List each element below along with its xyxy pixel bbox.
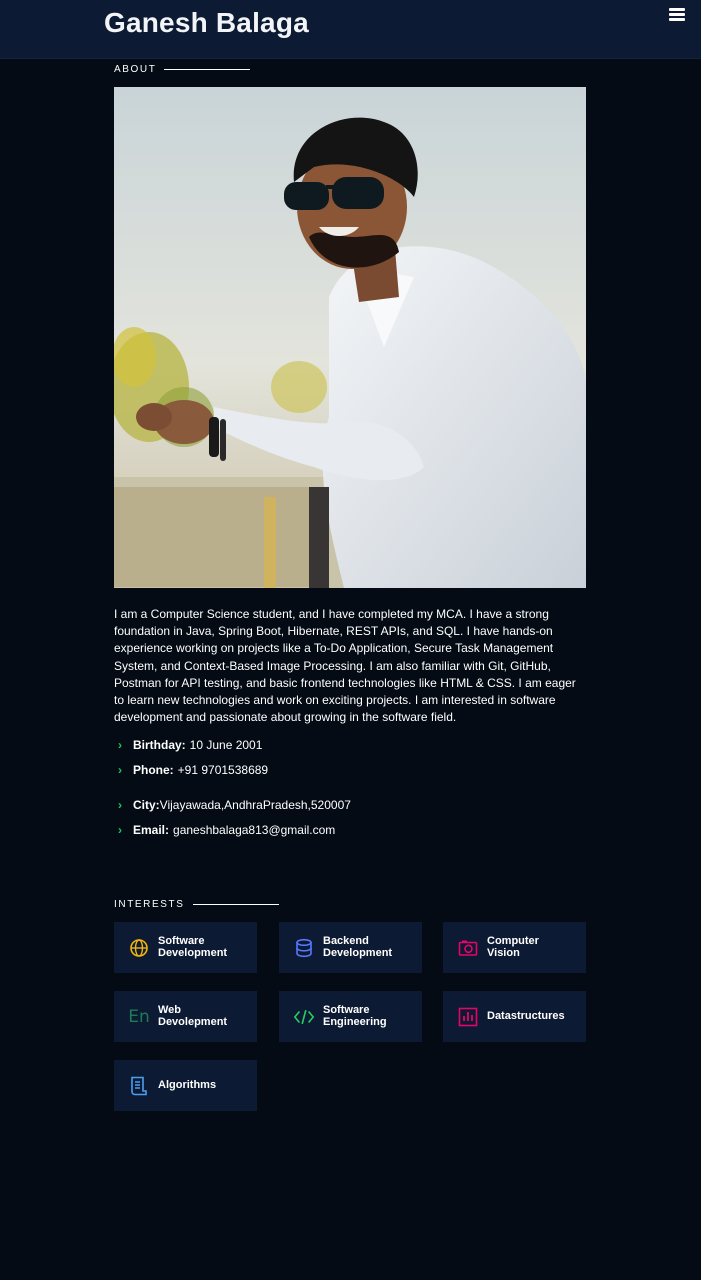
about-heading-label: ABOUT [114, 64, 157, 75]
detail-label: Email: [133, 823, 170, 837]
about-description: I am a Computer Science student, and I h… [114, 607, 576, 725]
detail-birthday: › Birthday: 10 June 2001 [118, 738, 262, 752]
detail-label: Birthday: [133, 738, 186, 752]
en-icon: En [128, 1006, 150, 1027]
interest-datastructures[interactable]: Datastructures [443, 991, 586, 1042]
interest-label: Software [323, 1004, 370, 1016]
bar-chart-icon [457, 1006, 479, 1028]
chevron-right-icon: › [118, 823, 122, 837]
detail-value: +91 9701538689 [177, 763, 269, 777]
interest-label: Engineering [323, 1015, 387, 1028]
interest-software-engineering[interactable]: Software Engineering [279, 991, 422, 1042]
chevron-right-icon: › [118, 738, 122, 752]
interest-label: Web [158, 1004, 182, 1016]
interest-algorithms[interactable]: Algorithms [114, 1060, 257, 1111]
detail-email: › Email: ganeshbalaga813@gmail.com [118, 823, 335, 837]
detail-value: Vijayawada,AndhraPradesh,520007 [159, 798, 351, 812]
interest-label: Development [323, 946, 393, 959]
interest-label: Software [158, 935, 205, 947]
chevron-right-icon: › [118, 763, 122, 777]
site-header: Ganesh Balaga [0, 0, 701, 59]
code-icon [293, 1006, 315, 1028]
detail-value: 10 June 2001 [189, 738, 263, 752]
about-heading: ABOUT [114, 64, 251, 75]
database-icon [293, 937, 315, 959]
detail-label: City: [133, 798, 160, 812]
globe-icon [128, 937, 150, 959]
interest-label: Devolepment [158, 1015, 228, 1028]
interest-backend-development[interactable]: Backend Development [279, 922, 422, 973]
detail-label: Phone: [133, 763, 174, 777]
camera-icon [457, 937, 479, 959]
heading-divider [192, 904, 279, 905]
interest-computer-vision[interactable]: Computer Vision [443, 922, 586, 973]
interest-label: Computer [487, 935, 539, 947]
profile-photo-illustration [114, 87, 586, 588]
detail-phone: › Phone: +91 9701538689 [118, 763, 268, 777]
detail-city: › City: Vijayawada,AndhraPradesh,520007 [118, 798, 351, 812]
interest-label: Datastructures [487, 1009, 565, 1022]
interests-heading: INTERESTS [114, 899, 279, 910]
site-title[interactable]: Ganesh Balaga [104, 7, 309, 39]
profile-photo [114, 87, 586, 588]
document-icon [128, 1075, 150, 1097]
interest-label: Development [158, 946, 228, 959]
heading-divider [164, 69, 251, 70]
interests-heading-label: INTERESTS [114, 899, 185, 910]
detail-value[interactable]: ganeshbalaga813@gmail.com [173, 823, 335, 837]
interest-web-devolepment[interactable]: En Web Devolepment [114, 991, 257, 1042]
interest-label: Backend [323, 935, 369, 947]
interest-label: Algorithms [158, 1078, 217, 1091]
hamburger-icon[interactable] [669, 8, 685, 22]
interest-label: Vision [487, 946, 520, 959]
interest-software-development[interactable]: Software Development [114, 922, 257, 973]
chevron-right-icon: › [118, 798, 122, 812]
